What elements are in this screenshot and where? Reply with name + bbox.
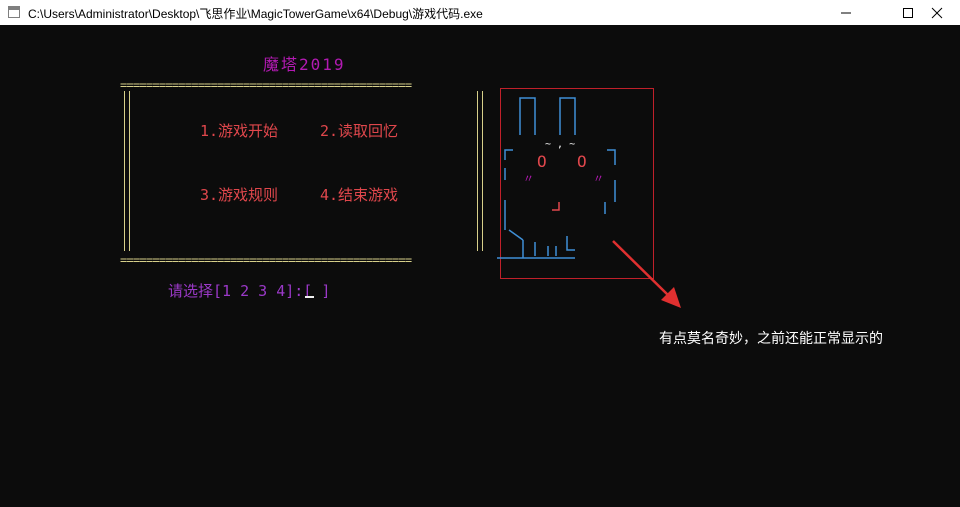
- menu-item-rules: 3.游戏规则: [200, 186, 279, 204]
- annotation-text: 有点莫名奇妙，之前还能正常显示的: [659, 330, 883, 346]
- mouth-mark: [552, 202, 560, 211]
- right-eye: O: [577, 152, 587, 171]
- ear-marks: ~ , ~: [545, 139, 575, 150]
- left-blush: 〃: [523, 172, 534, 185]
- text-cursor: [305, 296, 314, 298]
- right-blush: 〃: [593, 172, 604, 185]
- frame-left-border: [124, 91, 130, 251]
- window-titlebar[interactable]: C:\Users\Administrator\Desktop\飞思作业\Magi…: [0, 0, 960, 25]
- frame-top-rule: ========================================…: [120, 78, 412, 92]
- frame-bottom-rule: ========================================…: [120, 253, 412, 267]
- game-heading: 魔塔2019: [263, 55, 346, 74]
- left-eye: O: [537, 152, 547, 171]
- menu-item-load: 2.读取回忆: [320, 122, 399, 140]
- ascii-bunny-art: ~ , ~ O O 〃 〃: [497, 97, 616, 259]
- close-button[interactable]: [914, 0, 960, 25]
- menu-item-start: 1.游戏开始: [200, 122, 279, 140]
- minimize-icon: [841, 12, 851, 13]
- minimize-button[interactable]: [823, 0, 869, 25]
- menu-item-quit: 4.结束游戏: [320, 186, 399, 204]
- console-app-icon: [8, 6, 20, 18]
- close-icon: [931, 7, 943, 18]
- console-area[interactable]: 魔塔2019 =================================…: [0, 25, 960, 507]
- maximize-icon: [903, 7, 913, 18]
- frame-right-border: [477, 91, 483, 251]
- prompt-text: 请选择[1 2 3 4]:[: [168, 282, 313, 300]
- prompt-close: ]: [321, 282, 331, 300]
- window-title: C:\Users\Administrator\Desktop\飞思作业\Magi…: [28, 7, 483, 21]
- annotation-arrow: [612, 240, 681, 308]
